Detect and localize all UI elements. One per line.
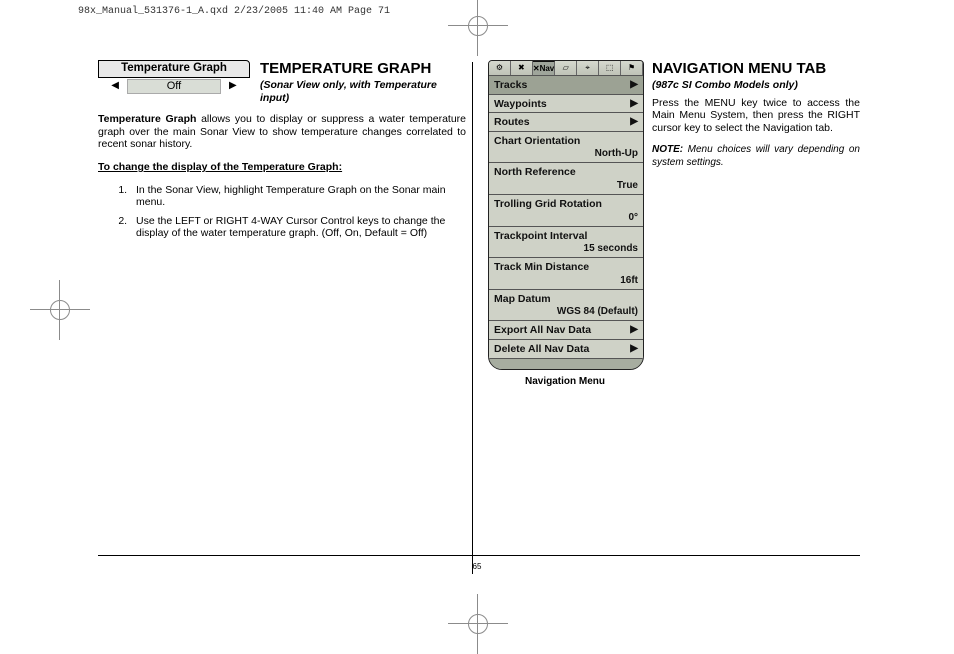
left-arrow-icon: ◀ <box>111 80 119 92</box>
column-divider <box>472 62 473 574</box>
chevron-right-icon: ▶ <box>630 343 638 355</box>
nav-menu-item: Trackpoint Interval15 seconds <box>489 227 643 259</box>
nav-tab: ▱ <box>555 61 577 75</box>
lead-bold: Temperature Graph <box>98 113 196 125</box>
nav-menu-value: North-Up <box>494 148 638 160</box>
registration-mark-top <box>448 0 508 56</box>
navigation-menu-screenshot: ⚙✖✕Nav▱⌖⬚⚑ Tracks▶Waypoints▶Routes▶Chart… <box>488 60 644 370</box>
note-text: Menu choices will vary depending on syst… <box>652 144 860 168</box>
page-number: 65 <box>0 562 954 571</box>
nav-tab: ✕Nav <box>533 61 555 75</box>
nav-menu-item: Tracks▶ <box>489 76 643 95</box>
nav-menu-item: Waypoints▶ <box>489 95 643 114</box>
nav-tab: ⚙ <box>489 61 511 75</box>
chevron-right-icon: ▶ <box>630 79 638 91</box>
nav-menu-item: Export All Nav Data▶ <box>489 321 643 340</box>
section-heading-temperature: TEMPERATURE GRAPH <box>260 60 466 78</box>
right-column: ⚙✖✕Nav▱⌖⬚⚑ Tracks▶Waypoints▶Routes▶Chart… <box>488 60 860 388</box>
note-label: NOTE: <box>652 144 683 155</box>
print-header: 98x_Manual_531376-1_A.qxd 2/23/2005 11:4… <box>78 6 390 17</box>
nav-menu-item: Routes▶ <box>489 113 643 132</box>
nav-menu-item: Trolling Grid Rotation0° <box>489 195 643 227</box>
right-arrow-icon: ▶ <box>229 80 237 92</box>
nav-tab: ✖ <box>511 61 533 75</box>
left-column: Temperature Graph ◀ Off ▶ TEMPERATURE GR… <box>98 60 466 248</box>
howto-steps: In the Sonar View, highlight Temperature… <box>98 184 466 240</box>
nav-menu-item: Chart OrientationNorth-Up <box>489 132 643 164</box>
registration-mark-left <box>30 280 90 340</box>
temperature-graph-widget: Temperature Graph ◀ Off ▶ <box>98 60 250 94</box>
nav-tab: ⌖ <box>577 61 599 75</box>
section-subtitle-temperature: (Sonar View only, with Temperature input… <box>260 79 466 104</box>
nav-menu-value: True <box>494 180 638 192</box>
nav-menu-item: Map DatumWGS 84 (Default) <box>489 290 643 322</box>
footer-rule <box>98 555 860 556</box>
widget-value: Off <box>127 79 221 94</box>
nav-menu-item: Delete All Nav Data▶ <box>489 340 643 359</box>
step-item: Use the LEFT or RIGHT 4-WAY Cursor Contr… <box>130 215 466 240</box>
nav-menu-item: Track Min Distance16ft <box>489 258 643 290</box>
nav-menu-value: 15 seconds <box>494 243 638 255</box>
navigation-menu-caption: Navigation Menu <box>488 376 642 388</box>
nav-menu-value: WGS 84 (Default) <box>494 306 638 318</box>
nav-menu-value: 0° <box>494 212 638 224</box>
chevron-right-icon: ▶ <box>630 116 638 128</box>
nav-menu-value: 16ft <box>494 275 638 287</box>
widget-title: Temperature Graph <box>98 60 250 78</box>
registration-mark-bottom <box>448 594 508 654</box>
step-item: In the Sonar View, highlight Temperature… <box>130 184 466 209</box>
chevron-right-icon: ▶ <box>630 324 638 336</box>
howto-heading: To change the display of the Temperature… <box>98 161 466 174</box>
nav-menu-item: North ReferenceTrue <box>489 163 643 195</box>
nav-tabstrip: ⚙✖✕Nav▱⌖⬚⚑ <box>489 61 643 76</box>
nav-tab: ⚑ <box>621 61 643 75</box>
temperature-lead-paragraph: Temperature Graph allows you to display … <box>98 113 466 151</box>
chevron-right-icon: ▶ <box>630 98 638 110</box>
nav-tab: ⬚ <box>599 61 621 75</box>
